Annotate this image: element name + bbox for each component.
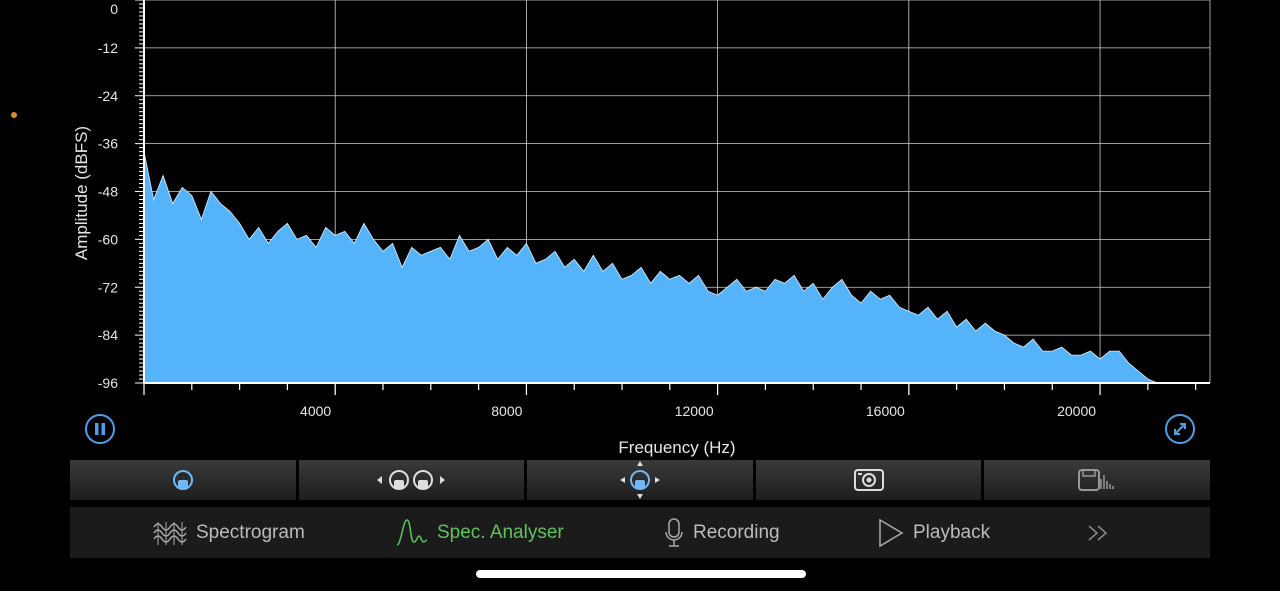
save-data-icon xyxy=(1078,469,1114,491)
play-outline-icon xyxy=(879,518,904,547)
move-cursor-button[interactable] xyxy=(527,460,753,500)
tab-label: Recording xyxy=(693,521,780,543)
move-cursor-icon xyxy=(619,461,660,499)
y-tick-label: -84 xyxy=(98,327,118,343)
spectrum-area xyxy=(143,151,1158,384)
bottom-tab-bar: Spectrogram Spec. Analyser Recording Pla… xyxy=(70,507,1210,558)
fullscreen-button[interactable] xyxy=(1165,414,1195,444)
dual-cursor-button[interactable] xyxy=(298,460,525,500)
spectrum-chart[interactable]: 0 -12 -24 -36 -48 -60 -72 -84 -96 4000 8000 12000 16… xyxy=(0,0,1280,460)
y-tick-label: -72 xyxy=(98,279,118,295)
single-cursor-lock-icon xyxy=(172,470,193,490)
y-tick-label: -60 xyxy=(98,231,118,247)
tab-more[interactable] xyxy=(1086,507,1112,558)
y-tick-label: -12 xyxy=(98,40,118,56)
tab-playback[interactable]: Playback xyxy=(877,507,990,558)
microphone-icon xyxy=(665,517,683,547)
pause-button[interactable] xyxy=(85,414,115,444)
home-indicator xyxy=(476,570,806,578)
x-tick-label: 20000 xyxy=(1057,403,1096,419)
tab-label: Spec. Analyser xyxy=(437,521,564,543)
camera-icon xyxy=(853,469,884,491)
tab-spectrogram[interactable]: Spectrogram xyxy=(152,507,305,558)
y-tick-label: -24 xyxy=(98,88,118,104)
y-tick-label: -48 xyxy=(98,184,118,200)
y-axis-label: Amplitude (dBFS) xyxy=(72,126,91,260)
single-cursor-button[interactable] xyxy=(70,460,296,500)
x-tick-label: 12000 xyxy=(675,403,714,419)
tab-recording[interactable]: Recording xyxy=(663,507,780,558)
tab-label: Playback xyxy=(913,521,991,543)
dual-cursor-horizontal-icon xyxy=(377,470,446,490)
x-tick-label: 8000 xyxy=(491,403,522,419)
x-tick-label: 4000 xyxy=(300,403,331,419)
spectrogram-waves-icon xyxy=(153,521,187,545)
spectrum-peak-icon xyxy=(396,518,428,546)
x-tick-label: 16000 xyxy=(866,403,905,419)
pause-icon xyxy=(95,423,105,435)
x-axis-label: Frequency (Hz) xyxy=(618,438,735,457)
y-tick-label: -96 xyxy=(98,375,118,391)
save-data-button[interactable] xyxy=(984,460,1210,500)
expand-arrows-icon xyxy=(1174,423,1186,435)
y-tick-label: -36 xyxy=(98,136,118,152)
tab-spec-analyser[interactable]: Spec. Analyser xyxy=(395,507,564,558)
cursor-toolbar xyxy=(70,460,1210,500)
y-tick-label: 0 xyxy=(110,1,118,17)
tab-label: Spectrogram xyxy=(196,521,305,543)
double-chevron-right-icon xyxy=(1088,524,1108,541)
screenshot-button[interactable] xyxy=(755,460,982,500)
